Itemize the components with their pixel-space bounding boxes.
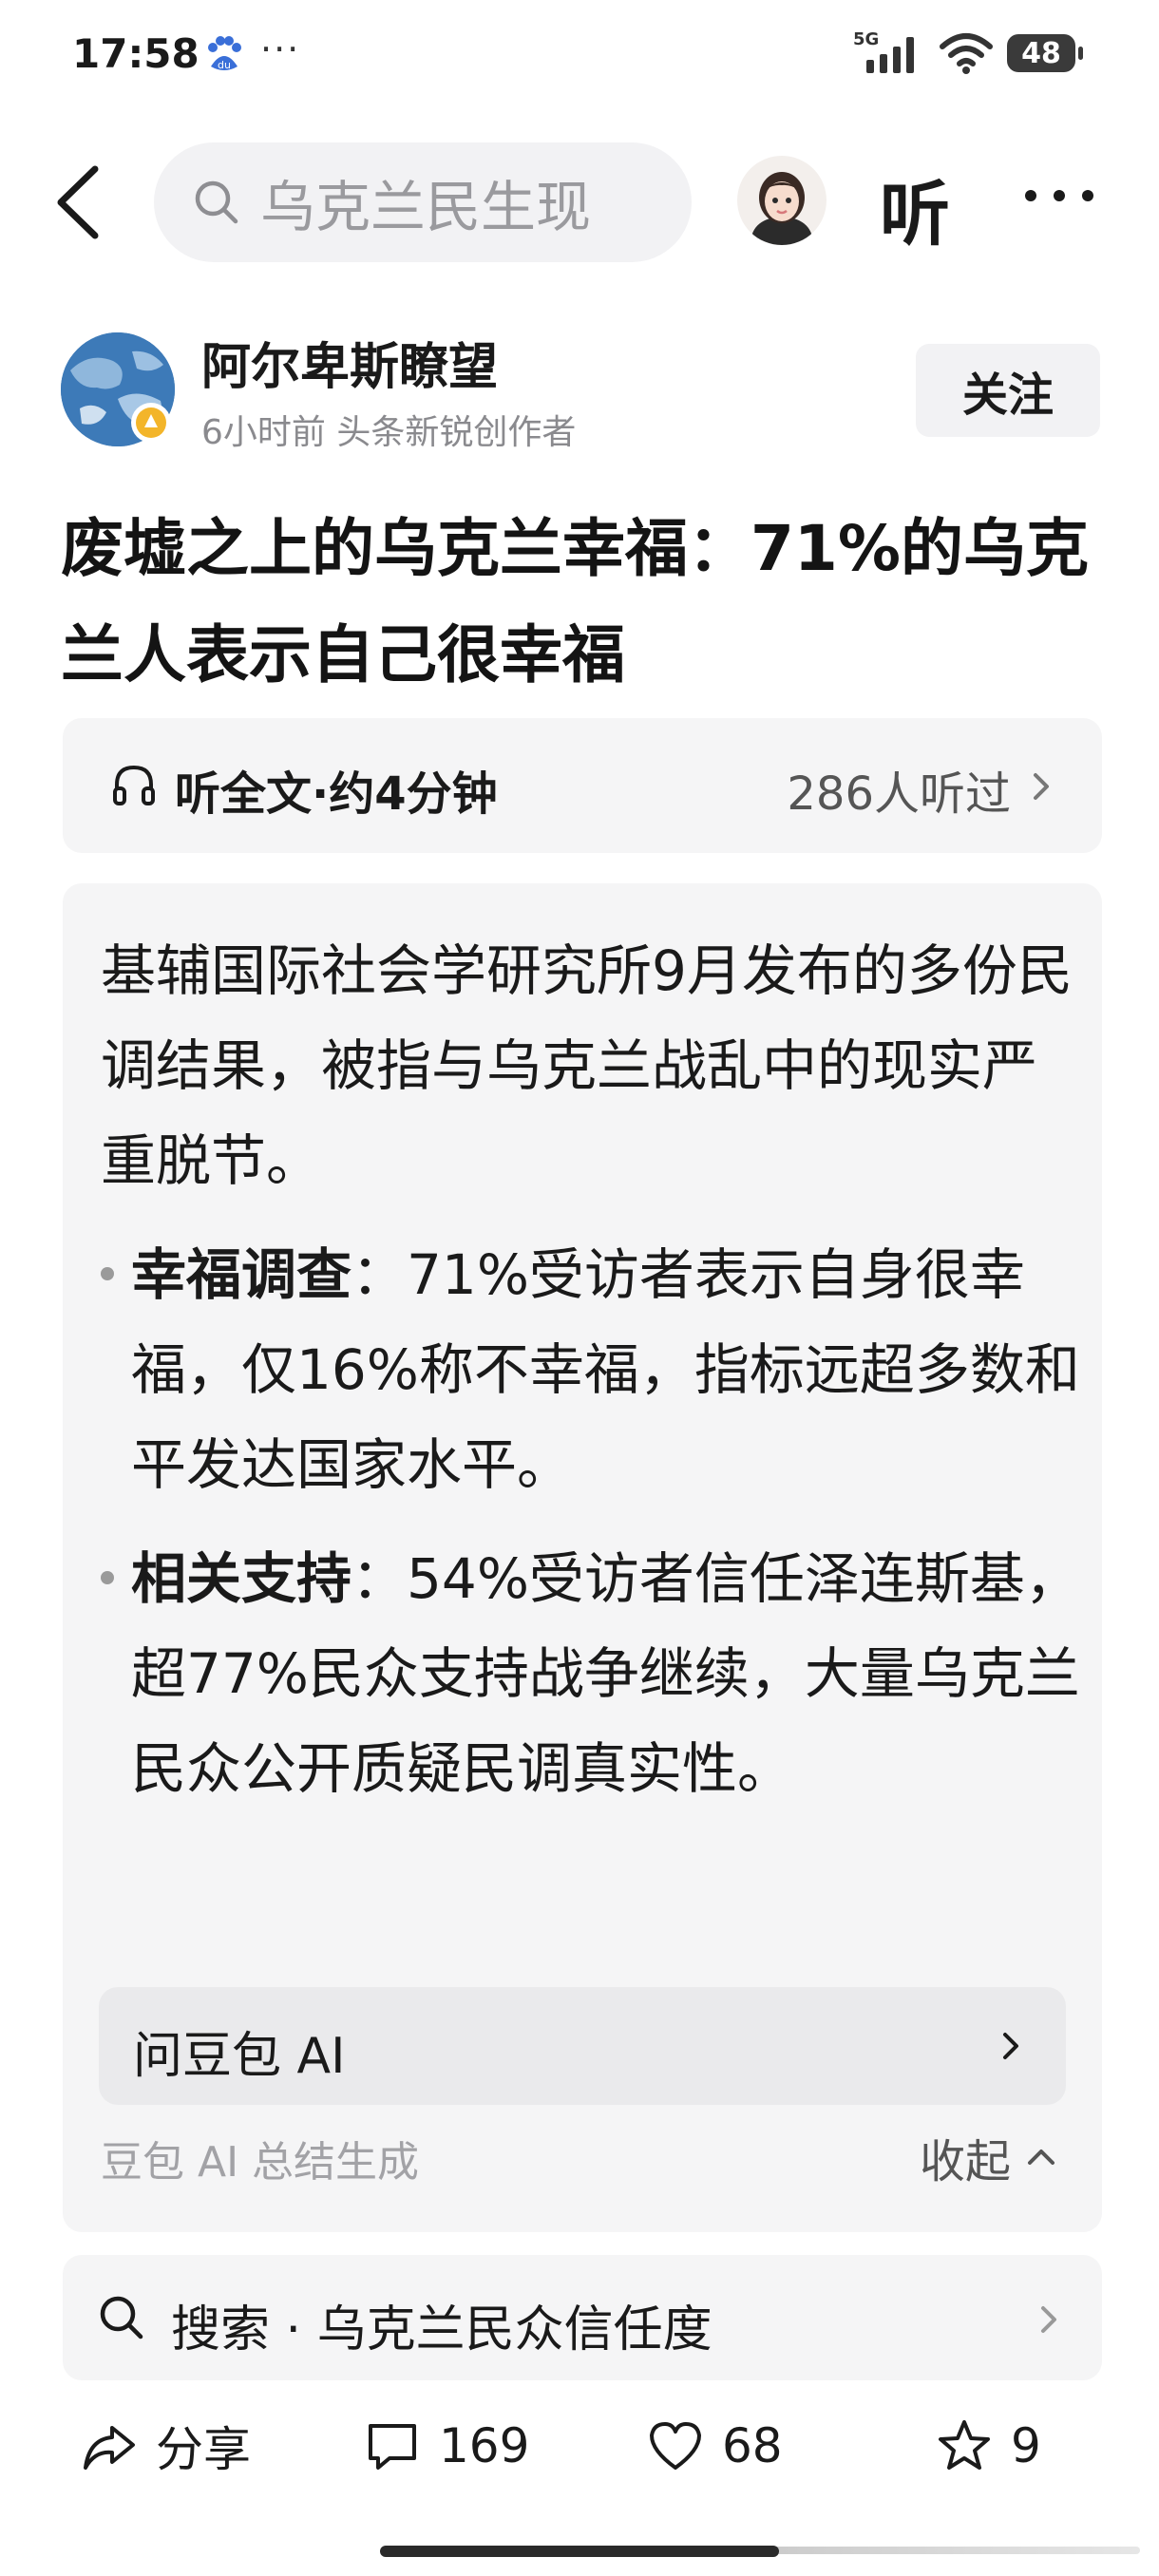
svg-text:5G: 5G — [853, 29, 879, 49]
favorite-button[interactable]: 9 — [935, 2413, 1041, 2479]
like-count: 68 — [722, 2418, 783, 2473]
star-icon — [939, 2420, 990, 2470]
svg-text:du: du — [218, 59, 231, 71]
share-label: 分享 — [156, 2422, 251, 2477]
ai-summary-card: 基辅国际社会学研究所9月发布的多份民调结果，被指与乌克兰战乱中的现实严重脱节。 … — [63, 883, 1102, 2232]
more-options-icon[interactable] — [1016, 167, 1102, 224]
summary-bullet-happiness: 幸福调查：71%受访者表示自身很幸福，仅16%称不幸福，指标远超多数和平发达国家… — [101, 1227, 1089, 1512]
back-button[interactable] — [48, 160, 114, 245]
like-button[interactable]: 68 — [646, 2413, 783, 2479]
watermark-bar — [722, 2547, 1140, 2554]
chevron-up-icon — [1028, 2150, 1054, 2165]
summary-intro: 基辅国际社会学研究所9月发布的多份民调结果，被指与乌克兰战乱中的现实严重脱节。 — [101, 938, 1073, 1193]
summary-source: 豆包 AI 总结生成 — [101, 2138, 420, 2187]
collapse-label: 收起 — [919, 2135, 1011, 2188]
chevron-right-icon — [1041, 2306, 1056, 2333]
signal-icon: 5G — [853, 29, 914, 73]
baidu-paw-icon: du — [208, 36, 241, 71]
creator-badge-icon — [131, 403, 171, 443]
favorite-count: 9 — [1011, 2418, 1041, 2473]
status-time: 17:58 — [72, 30, 200, 77]
status-more-icon: ··· — [260, 28, 301, 70]
collapse-button[interactable]: 收起 — [920, 2124, 1058, 2190]
author-name[interactable]: 阿尔卑斯瞭望 — [201, 327, 498, 398]
chevron-right-icon — [1034, 773, 1049, 800]
listen-count: 286人听过 — [787, 767, 1011, 821]
related-search-suggestion[interactable]: 搜索 · 乌克兰民众信任度 — [63, 2255, 1102, 2380]
summary-bullet-support: 相关支持：54%受访者信任泽连斯基，超77%民众支持战争继续，大量乌克兰民众公开… — [101, 1531, 1089, 1816]
search-icon — [195, 180, 238, 224]
status-indicators: 5G 48 — [853, 27, 1083, 80]
comment-count: 169 — [439, 2418, 530, 2473]
ask-ai-label: 问豆包 AI — [133, 2028, 346, 2085]
share-icon — [84, 2426, 135, 2470]
author-meta: 6小时前 头条新锐创作者 — [201, 413, 577, 452]
article-title: 废墟之上的乌克兰幸福：71%的乌克兰人表示自己很幸福 — [61, 512, 1089, 691]
bullet-heading: 相关支持 — [131, 1546, 352, 1611]
listen-button[interactable]: 听 — [880, 158, 950, 259]
avatar-illustration-icon — [737, 156, 826, 245]
search-input-text[interactable]: 乌克兰民生现 — [260, 162, 640, 242]
comment-icon — [369, 2424, 416, 2470]
heart-icon — [650, 2422, 701, 2470]
listen-label: 听全文·约4分钟 — [175, 767, 498, 821]
wifi-icon — [940, 33, 993, 74]
ask-doubao-ai-button[interactable]: 问豆包 AI — [99, 1987, 1066, 2105]
search-bar[interactable]: 乌克兰民生现 — [154, 142, 692, 262]
user-avatar[interactable] — [737, 156, 826, 245]
suggestion-text: 搜索 · 乌克兰民众信任度 — [171, 2301, 712, 2358]
bullet-dot — [101, 1267, 114, 1280]
battery-icon: 48 — [1007, 34, 1083, 72]
home-indicator[interactable] — [380, 2546, 779, 2557]
comment-button[interactable]: 169 — [363, 2413, 529, 2479]
listen-full-text-bar[interactable]: 听全文·约4分钟 286人听过 — [63, 718, 1102, 853]
follow-button[interactable]: 关注 — [916, 344, 1100, 437]
chevron-right-icon — [1003, 2033, 1018, 2059]
search-icon — [100, 2296, 143, 2339]
share-button[interactable]: 分享 — [80, 2413, 251, 2479]
bullet-heading: 幸福调查 — [131, 1242, 352, 1307]
bullet-dot — [101, 1571, 114, 1584]
headphones-icon — [113, 765, 155, 805]
